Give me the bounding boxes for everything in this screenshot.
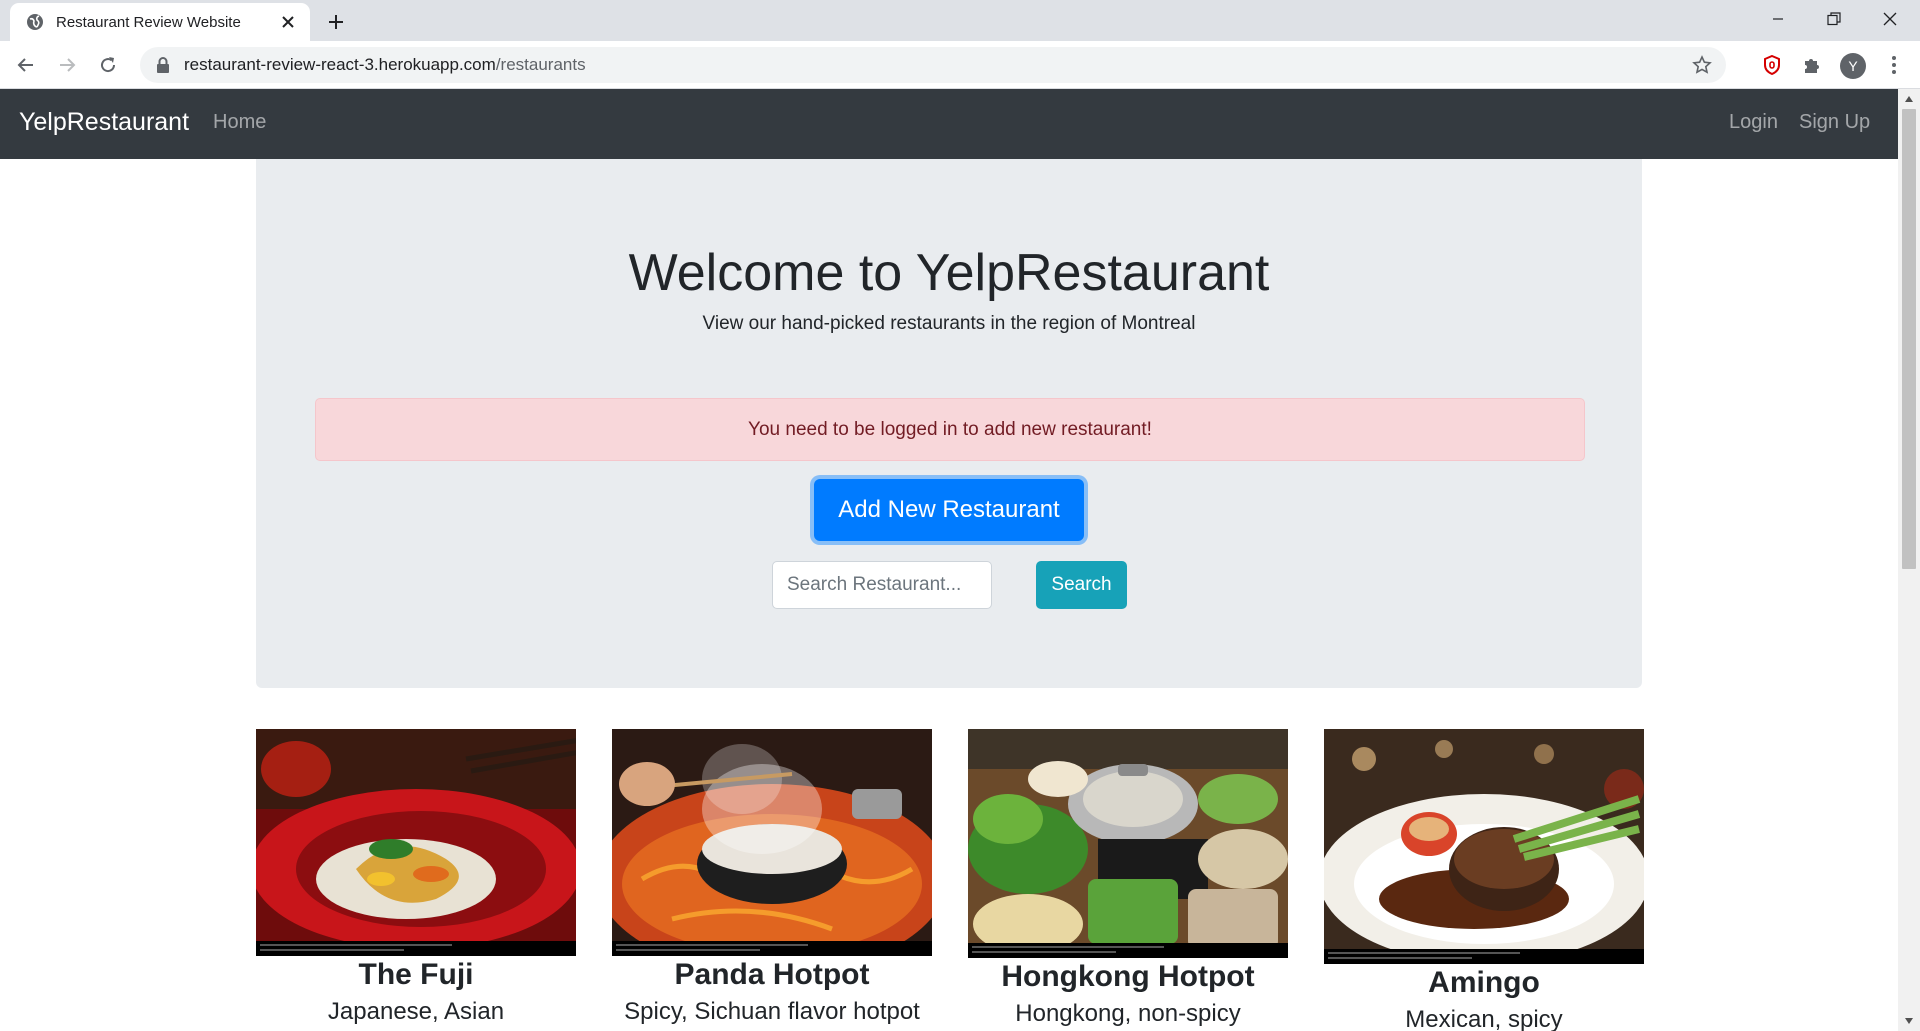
new-tab-icon[interactable]: [322, 8, 350, 36]
jumbotron: Welcome to YelpRestaurant View our hand-…: [256, 159, 1642, 688]
restaurant-name[interactable]: Panda Hotpot: [612, 958, 932, 992]
browser-tabstrip: Restaurant Review Website: [0, 0, 1920, 41]
nav-link-signup[interactable]: Sign Up: [1799, 111, 1870, 134]
photo-credit-strip: [1324, 949, 1644, 964]
reload-icon[interactable]: [92, 49, 124, 81]
minimize-icon[interactable]: [1750, 0, 1806, 38]
photo-credit-strip: [612, 941, 932, 956]
add-restaurant-button[interactable]: Add New Restaurant: [814, 479, 1084, 541]
nav-link-login[interactable]: Login: [1729, 111, 1778, 134]
site-navbar: YelpRestaurant Home Login Sign Up: [0, 89, 1898, 159]
lock-icon: [157, 57, 169, 73]
scrollbar-thumb[interactable]: [1902, 109, 1916, 569]
close-window-icon[interactable]: [1862, 0, 1918, 38]
restaurant-card[interactable]: Amingo Mexican, spicy: [1324, 729, 1644, 1031]
restaurant-card[interactable]: Panda Hotpot Spicy, Sichuan flavor hotpo…: [612, 729, 932, 1026]
restaurant-card[interactable]: The Fuji Japanese, Asian: [256, 729, 576, 1026]
globe-icon: [27, 14, 43, 30]
restaurant-name[interactable]: Hongkong Hotpot: [968, 960, 1288, 994]
restaurant-cuisine: Mexican, spicy: [1405, 1006, 1563, 1031]
close-tab-icon[interactable]: [278, 12, 298, 32]
restaurant-card[interactable]: Hongkong Hotpot Hongkong, non-spicy: [968, 729, 1288, 1028]
url-host: restaurant-review-react-3.herokuapp.com: [184, 55, 496, 74]
search-button[interactable]: Search: [1036, 561, 1127, 609]
profile-avatar[interactable]: Y: [1840, 53, 1866, 79]
restaurant-photo: [1324, 729, 1644, 964]
page-subtitle: View our hand-picked restaurants in the …: [702, 313, 1196, 334]
restaurant-cuisine: Spicy, Sichuan flavor hotpot: [624, 998, 920, 1025]
browser-tab[interactable]: Restaurant Review Website: [10, 3, 310, 41]
scroll-up-arrow-icon[interactable]: [1898, 91, 1920, 107]
menu-kebab-icon[interactable]: [1882, 53, 1906, 77]
restaurant-name[interactable]: Amingo: [1324, 966, 1644, 1000]
photo-credit-strip: [968, 943, 1288, 958]
browser-toolbar: restaurant-review-react-3.herokuapp.com /…: [0, 41, 1920, 89]
puzzle-extensions-icon[interactable]: [1800, 53, 1824, 77]
page-scrollbar[interactable]: [1898, 89, 1920, 1031]
restaurant-photo: [612, 729, 932, 956]
page-viewport: YelpRestaurant Home Login Sign Up Welcom…: [0, 89, 1898, 1031]
address-bar[interactable]: restaurant-review-react-3.herokuapp.com /…: [140, 47, 1726, 83]
shield-extension-icon[interactable]: [1760, 53, 1784, 77]
restaurant-cuisine: Japanese, Asian: [327, 998, 505, 1025]
nav-link-home[interactable]: Home: [213, 111, 266, 134]
restaurant-photo: [256, 729, 576, 956]
page-title: Welcome to YelpRestaurant: [628, 244, 1270, 302]
login-required-alert: You need to be logged in to add new rest…: [315, 398, 1585, 461]
restaurant-cuisine: Hongkong, non-spicy: [1015, 1000, 1241, 1027]
photo-credit-strip: [256, 941, 576, 956]
restaurant-photo: [968, 729, 1288, 958]
bookmark-star-icon[interactable]: [1692, 55, 1712, 75]
search-input[interactable]: [772, 561, 992, 609]
back-icon[interactable]: [10, 49, 42, 81]
scroll-down-arrow-icon[interactable]: [1898, 1013, 1920, 1029]
restaurant-name[interactable]: The Fuji: [256, 958, 576, 992]
tab-title: Restaurant Review Website: [56, 13, 241, 31]
forward-icon[interactable]: [51, 49, 83, 81]
restore-icon[interactable]: [1806, 0, 1862, 38]
url-path: /restaurants: [495, 55, 586, 74]
navbar-brand[interactable]: YelpRestaurant: [19, 108, 189, 137]
